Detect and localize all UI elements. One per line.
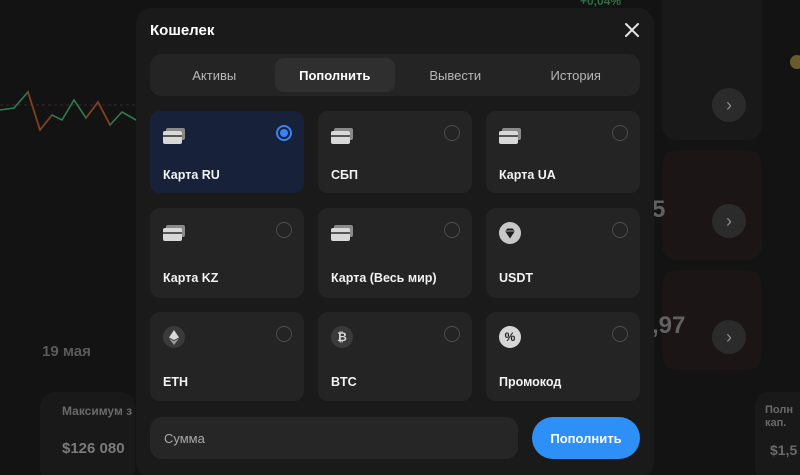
method-label: Карта KZ — [163, 271, 219, 285]
card-icon — [162, 124, 186, 148]
percent-icon: % — [498, 325, 522, 349]
bg-big-value-2: ,97 — [652, 312, 686, 339]
tab-withdraw[interactable]: Вывести — [395, 58, 516, 92]
modal-title: Кошелек — [150, 22, 215, 39]
radio-button-selected[interactable] — [276, 125, 292, 141]
radio-button[interactable] — [612, 125, 628, 141]
bg-chevron-right-icon: › — [712, 320, 746, 354]
method-card-world[interactable]: Карта (Весь мир) — [318, 208, 472, 298]
method-card-eth[interactable]: ETH — [150, 312, 304, 401]
card-icon — [330, 124, 354, 148]
tab-assets[interactable]: Активы — [154, 58, 275, 92]
ethereum-icon — [162, 325, 186, 349]
bg-cap-label: Полн кап. — [765, 404, 793, 429]
method-card-btc[interactable]: ₿ BTC — [318, 312, 472, 401]
bg-max-label: Максимум з — [62, 404, 133, 418]
radio-button[interactable] — [444, 125, 460, 141]
bg-price-chart — [0, 90, 150, 132]
close-button[interactable] — [622, 20, 642, 40]
method-label: Промокод — [499, 375, 562, 389]
bg-cap-value: $1,5 — [770, 442, 798, 458]
bg-chevron-right-icon: › — [712, 88, 746, 122]
bg-max-value: $126 080 — [62, 440, 125, 457]
bitcoin-icon: ₿ — [330, 325, 354, 349]
bg-chevron-right-icon: › — [712, 204, 746, 238]
method-label: BTC — [331, 375, 357, 389]
bg-coin-icon — [790, 55, 800, 69]
method-card-usdt[interactable]: USDT — [486, 208, 640, 298]
close-icon — [625, 23, 639, 37]
method-card-promo[interactable]: % Промокод — [486, 312, 640, 401]
radio-button[interactable] — [612, 326, 628, 342]
card-icon — [162, 221, 186, 245]
wallet-tabs: Активы Пополнить Вывести История — [150, 54, 640, 96]
bg-panel-top-right — [662, 0, 762, 140]
radio-button[interactable] — [444, 326, 460, 342]
method-card-sbp[interactable]: СБП — [318, 111, 472, 193]
method-card-ru[interactable]: Карта RU — [150, 111, 304, 193]
card-icon — [330, 221, 354, 245]
method-card-ua[interactable]: Карта UA — [486, 111, 640, 193]
method-label: Карта RU — [163, 168, 220, 182]
method-label: USDT — [499, 271, 534, 285]
radio-button[interactable] — [276, 222, 292, 238]
method-label: ETH — [163, 375, 188, 389]
tab-history[interactable]: История — [516, 58, 637, 92]
bg-big-value-1: 5 — [652, 196, 666, 223]
bg-percent-change: +0,04% — [580, 0, 622, 8]
amount-input[interactable] — [150, 417, 518, 459]
tab-deposit[interactable]: Пополнить — [274, 58, 395, 92]
card-icon — [498, 124, 522, 148]
bg-panel-mid-right — [662, 150, 762, 260]
radio-button[interactable] — [444, 222, 460, 238]
radio-button[interactable] — [612, 222, 628, 238]
deposit-submit-button[interactable]: Пополнить — [532, 417, 640, 459]
diamond-icon — [498, 221, 522, 245]
method-card-kz[interactable]: Карта KZ — [150, 208, 304, 298]
method-label: Карта (Весь мир) — [331, 271, 437, 285]
bg-date-label: 19 мая — [42, 343, 91, 360]
method-label: СБП — [331, 168, 358, 182]
wallet-modal: Кошелек Активы Пополнить Вывести История… — [136, 8, 654, 475]
radio-button[interactable] — [276, 326, 292, 342]
payment-methods-grid: Карта RU СБП Карта UA Карта KZ Карта (Ве… — [150, 111, 641, 401]
method-label: Карта UA — [499, 168, 556, 182]
